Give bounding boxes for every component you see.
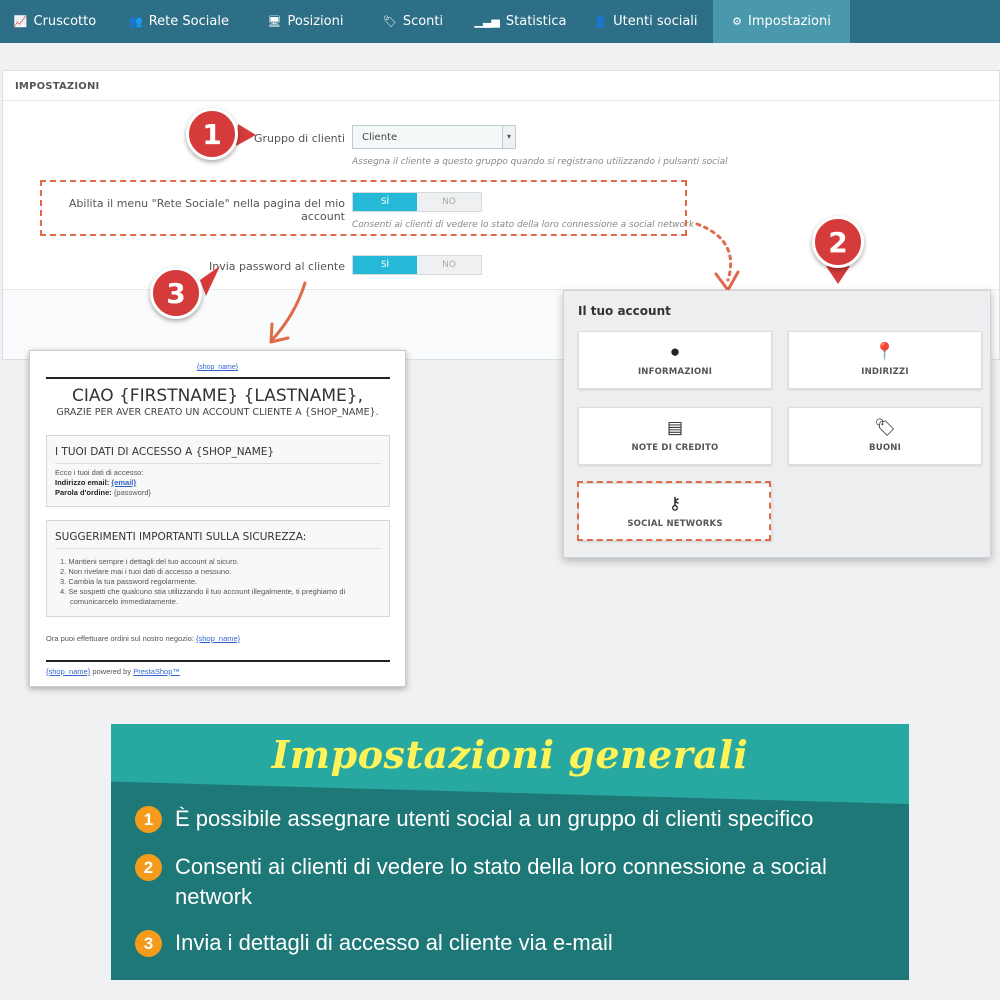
tab-label: Posizioni — [287, 14, 344, 29]
tag-icon: 🏷 — [382, 15, 397, 28]
powered-by: powered by — [92, 667, 132, 676]
feature-text: Consenti ai clienti di vedere lo stato d… — [175, 854, 827, 909]
tab-label: Cruscotto — [33, 14, 97, 29]
tab-label: Utenti sociali — [613, 14, 698, 29]
password-label: Parola d'ordine: — [55, 488, 112, 497]
panel-header: IMPOSTAZIONI — [3, 71, 999, 101]
customer-group-hint: Assegna il cliente a questo gruppo quand… — [352, 157, 728, 167]
top-navigation: 📈 Cruscotto 👥 Rete Sociale 🖥 Posizioni 🏷… — [0, 0, 1000, 43]
shop-name-link[interactable]: {shop_name} — [196, 634, 240, 643]
tab-posizioni[interactable]: 🖥 Posizioni — [248, 0, 363, 43]
number-badge: 1 — [135, 806, 162, 833]
badge-three: 3 — [150, 267, 202, 319]
tab-label: Statistica — [505, 14, 567, 29]
email-greeting: CIAO {FIRSTNAME} {LASTNAME}, — [71, 386, 364, 406]
tab-sconti[interactable]: 🏷 Sconti — [363, 0, 463, 43]
feature-item-3: 3 Invia i dettagli di accesso al cliente… — [135, 928, 895, 958]
divider — [46, 377, 390, 379]
order-text: Ora puoi effettuare ordini sul nostro ne… — [46, 634, 194, 643]
list-item: 3. Cambia la tua password regolarmente. — [60, 577, 198, 586]
social-networks-highlight — [577, 481, 771, 541]
customer-group-value: Cliente — [362, 132, 398, 143]
toggle-no[interactable]: NO — [417, 256, 481, 274]
access-intro: Ecco i tuoi dati di accesso: — [55, 468, 144, 477]
tag-icon: 🏷 — [874, 418, 896, 437]
email-preview: {shop_name} CIAO {FIRSTNAME} {LASTNAME},… — [29, 350, 406, 687]
prestashop-link[interactable]: PrestaShop™ — [133, 667, 180, 676]
chevron-down-icon: ▾ — [502, 126, 515, 148]
access-title: I TUOI DATI DI ACCESSO A {SHOP_NAME} — [55, 446, 275, 458]
shop-name-link[interactable]: {shop_name} — [197, 364, 238, 371]
email-thanks: GRAZIE PER AVER CREATO UN ACCOUNT CLIENT… — [56, 407, 379, 418]
customer-group-label: Gruppo di clienti — [253, 132, 345, 145]
gear-icon: ⚙ — [732, 15, 743, 28]
email-row: Indirizzo email: {email} — [55, 478, 136, 488]
shop-name-link[interactable]: {shop_name} — [46, 667, 90, 676]
email-value[interactable]: {email} — [111, 478, 136, 487]
number-badge: 3 — [135, 930, 162, 957]
list-item: 2. Non rivelare mai i tuoi dati di acces… — [60, 567, 232, 576]
banner-title: Impostazioni generali — [271, 732, 749, 777]
divider — [55, 548, 381, 549]
account-card-buoni[interactable]: 🏷 BUONI — [788, 407, 982, 465]
feature-item-2: 2 Consenti ai clienti di vedere lo stato… — [135, 852, 895, 912]
account-card-informazioni[interactable]: ● INFORMAZIONI — [578, 331, 772, 389]
security-title: SUGGERIMENTI IMPORTANTI SULLA SICUREZZA: — [55, 531, 307, 543]
chart-line-icon: 📈 — [13, 15, 28, 28]
tab-rete-sociale[interactable]: 👥 Rete Sociale — [110, 0, 248, 43]
tab-utenti-sociali[interactable]: 👤 Utenti sociali — [578, 0, 713, 43]
badge-two: 2 — [812, 216, 864, 268]
toggle-yes[interactable]: SÌ — [353, 256, 417, 274]
tab-cruscotto[interactable]: 📈 Cruscotto — [0, 0, 110, 43]
email-footer: {shop_name} powered by PrestaShop™ — [46, 667, 180, 677]
access-box: I TUOI DATI DI ACCESSO A {SHOP_NAME} Ecc… — [46, 435, 390, 507]
card-label: BUONI — [869, 443, 901, 453]
card-label: NOTE DI CREDITO — [631, 443, 719, 453]
badge-one: 1 — [186, 108, 238, 160]
email-shop-link: {shop_name} — [30, 364, 405, 371]
password-row: Parola d'ordine: {password} — [55, 488, 151, 498]
number-badge: 2 — [135, 854, 162, 881]
tab-impostazioni[interactable]: ⚙ Impostazioni — [713, 0, 850, 43]
email-label: Indirizzo email: — [55, 478, 110, 487]
card-label: INFORMAZIONI — [637, 367, 713, 377]
send-password-toggle[interactable]: SÌ NO — [352, 255, 482, 275]
security-box: SUGGERIMENTI IMPORTANTI SULLA SICUREZZA:… — [46, 520, 390, 617]
list-item: 4. Se sospetti che qualcuno stia utilizz… — [60, 587, 346, 606]
tab-label: Rete Sociale — [148, 14, 229, 29]
feature-text: Invia i dettagli di accesso al cliente v… — [175, 930, 613, 955]
highlight-box — [40, 180, 687, 236]
card-label: INDIRIZZI — [861, 367, 909, 377]
divider — [55, 463, 381, 464]
account-card-note-di-credito[interactable]: ▤ NOTE DI CREDITO — [578, 407, 772, 465]
feature-text: È possibile assegnare utenti social a un… — [175, 806, 814, 831]
monitor-icon: 🖥 — [267, 15, 282, 28]
user-icon: 👤 — [593, 15, 608, 28]
tab-label: Impostazioni — [748, 14, 831, 29]
order-line: Ora puoi effettuare ordini sul nostro ne… — [46, 634, 240, 644]
user-circle-icon: ● — [669, 342, 681, 361]
customer-group-select[interactable]: Cliente ▾ — [352, 125, 516, 149]
map-pin-icon: 📍 — [874, 342, 896, 361]
account-title: Il tuo account — [578, 304, 671, 318]
security-tips: 1. Mantieni sempre i dettagli del tuo ac… — [55, 557, 381, 607]
list-item: 1. Mantieni sempre i dettagli del tuo ac… — [60, 557, 239, 566]
divider — [46, 660, 390, 662]
tab-statistica[interactable]: ▁▃▅ Statistica — [463, 0, 578, 43]
password-value: {password} — [113, 488, 151, 497]
tab-label: Sconti — [402, 14, 444, 29]
account-card-indirizzi[interactable]: 📍 INDIRIZZI — [788, 331, 982, 389]
feature-item-1: 1 È possibile assegnare utenti social a … — [135, 804, 895, 834]
bar-chart-icon: ▁▃▅ — [474, 15, 500, 28]
feature-banner: Impostazioni generali 1 È possibile asse… — [111, 724, 909, 980]
users-icon: 👥 — [129, 15, 143, 28]
receipt-icon: ▤ — [666, 418, 684, 437]
